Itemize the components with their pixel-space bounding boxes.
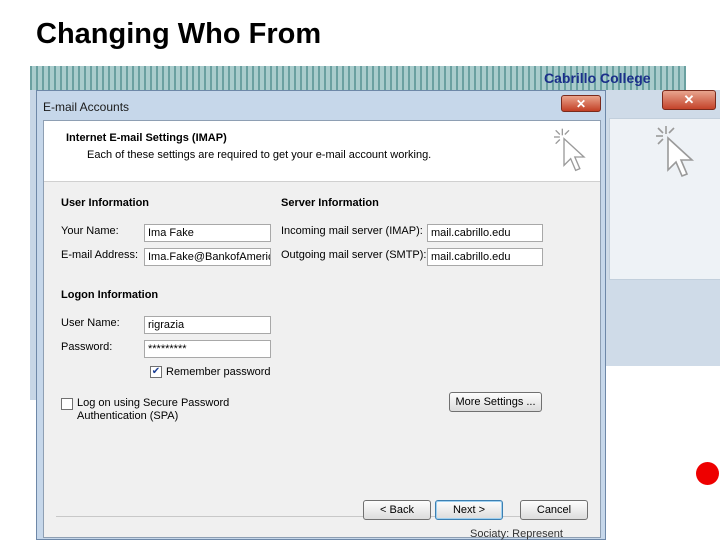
footer-separator <box>56 516 588 517</box>
logon-information-heading: Logon Information <box>61 289 159 301</box>
server-information-heading: Server Information <box>281 197 379 209</box>
password-label: Password: <box>61 341 113 353</box>
spa-label-line1: Log on using Secure Password <box>77 397 230 409</box>
dialog-title: E-mail Accounts <box>43 100 130 114</box>
email-address-input[interactable]: Ima.Fake@BankofAmerica <box>144 248 271 266</box>
next-button[interactable]: Next > <box>435 500 503 520</box>
dialog-client-area: Internet E-mail Settings (IMAP) Each of … <box>43 120 601 538</box>
background-bottom-text: Sociaty: Represent <box>470 528 563 540</box>
remember-password-label: Remember password <box>166 366 271 378</box>
user-information-heading: User Information <box>61 197 150 209</box>
slide-title: Changing Who From <box>36 18 322 50</box>
background-close-button[interactable]: ✕ <box>662 90 716 110</box>
user-name-label: User Name: <box>61 317 120 329</box>
incoming-server-label: Incoming mail server (IMAP): <box>281 225 423 237</box>
spa-label-line2: Authentication (SPA) <box>77 410 179 422</box>
outgoing-server-label: Outgoing mail server (SMTP): <box>281 249 427 261</box>
email-accounts-dialog: E-mail Accounts ✕ Internet E-mail Settin… <box>36 90 606 540</box>
outgoing-server-input[interactable]: mail.cabrillo.edu <box>427 248 543 266</box>
back-button[interactable]: < Back <box>363 500 431 520</box>
more-settings-button[interactable]: More Settings ... <box>449 392 542 412</box>
password-input[interactable]: ********* <box>144 340 271 358</box>
close-button[interactable]: ✕ <box>561 95 601 112</box>
banner-label: Cabrillo College <box>544 70 651 86</box>
header-subtitle: Each of these settings are required to g… <box>87 149 432 161</box>
incoming-server-input[interactable]: mail.cabrillo.edu <box>427 224 543 242</box>
user-name-input[interactable]: rigrazia <box>144 316 271 334</box>
your-name-label: Your Name: <box>61 225 119 237</box>
wizard-cursor-icon <box>656 126 695 178</box>
wizard-header: Internet E-mail Settings (IMAP) Each of … <box>44 121 600 182</box>
spa-checkbox[interactable] <box>61 398 73 410</box>
cancel-button[interactable]: Cancel <box>520 500 588 520</box>
email-address-label: E-mail Address: <box>61 249 139 261</box>
header-title: Internet E-mail Settings (IMAP) <box>66 132 227 144</box>
wizard-cursor-icon <box>554 128 586 172</box>
remember-password-checkbox[interactable]: ✔ <box>150 366 162 378</box>
your-name-input[interactable]: Ima Fake <box>144 224 271 242</box>
red-dot-marker <box>696 462 719 485</box>
